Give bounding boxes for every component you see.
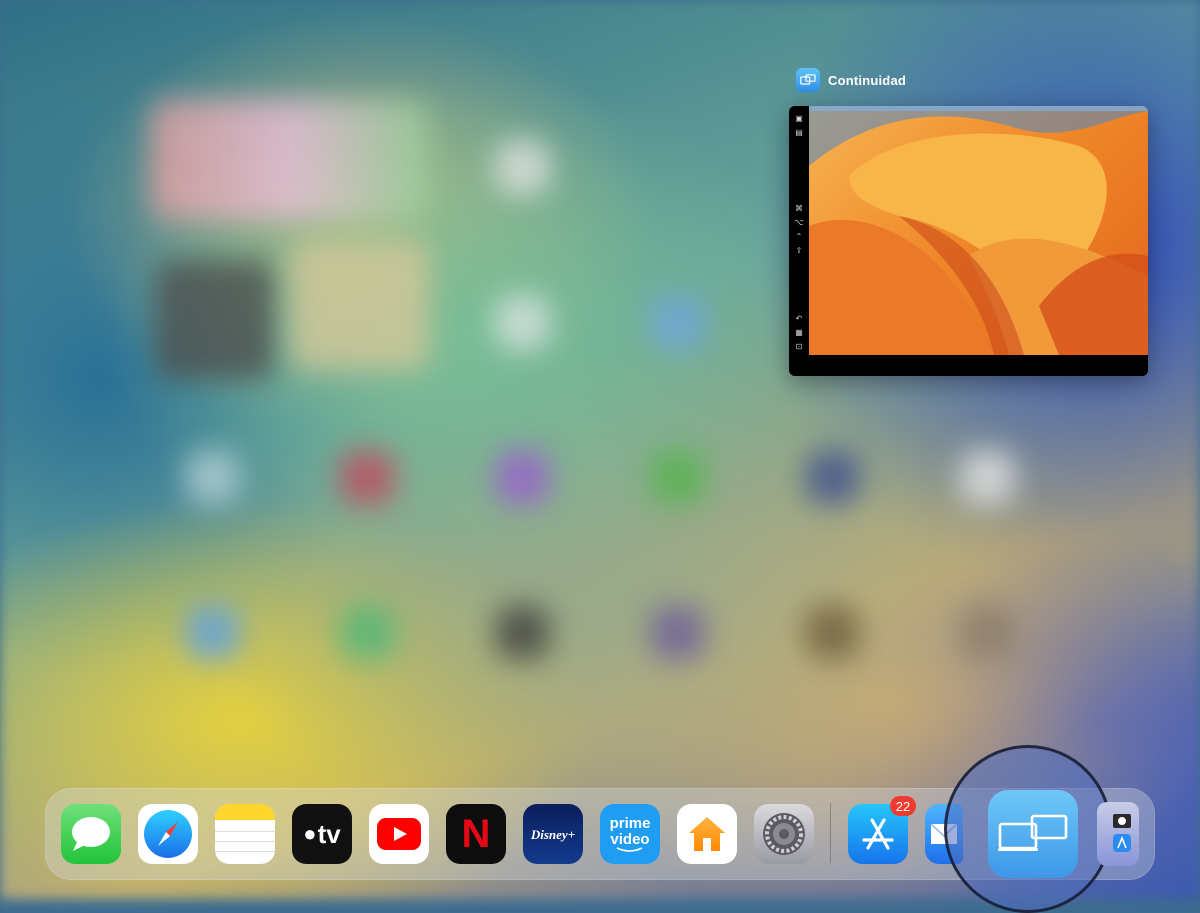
shift-key-icon[interactable]: ⇧: [793, 246, 805, 256]
keyboard-icon[interactable]: ▦: [793, 328, 805, 338]
folder-icon: [1113, 814, 1131, 852]
blurred-app-icon: [495, 450, 550, 505]
disney-plus-icon: Disney+: [530, 826, 576, 842]
dock-app-safari[interactable]: [138, 804, 198, 864]
dock-toggle-icon[interactable]: ▤: [793, 128, 805, 138]
safari-compass-icon: [144, 810, 192, 858]
disconnect-icon[interactable]: ⊡: [793, 342, 805, 352]
dock-app-notes[interactable]: [215, 804, 275, 864]
ventura-wallpaper: [809, 106, 1148, 355]
window-title: Continuidad: [828, 72, 907, 88]
dock-app-apple-tv[interactable]: ● tv: [292, 804, 352, 864]
prime-video-label-bottom: video: [610, 830, 650, 848]
blurred-app-icon: [805, 450, 860, 505]
option-key-icon[interactable]: ⌥: [793, 218, 805, 228]
blurred-app-icon: [960, 605, 1015, 660]
blurred-app-icon: [960, 450, 1015, 505]
dock-divider: [830, 803, 831, 863]
apple-tv-label: tv: [317, 819, 341, 849]
control-key-icon[interactable]: ⌃: [793, 232, 805, 242]
dock-app-prime-video[interactable]: prime video: [600, 804, 660, 864]
blurred-app-icon: [185, 605, 240, 660]
youtube-play-icon: [377, 818, 421, 850]
dock-app-netflix[interactable]: N: [446, 804, 506, 864]
dock-app-continuidad[interactable]: [988, 790, 1078, 878]
apple-logo-icon: ●: [303, 821, 317, 846]
notes-icon: [215, 804, 275, 820]
command-key-icon[interactable]: ⌘: [793, 204, 805, 214]
sidecar-sidebar: ▣ ▤ ⌘ ⌥ ⌃ ⇧ ↶ ▦ ⊡: [789, 106, 809, 376]
blurred-app-icon: [805, 605, 860, 660]
continuity-screens-icon: [998, 814, 1068, 851]
blurred-app-icon: [650, 295, 705, 350]
undo-icon[interactable]: ↶: [793, 314, 805, 324]
window-bottom-bar: [809, 355, 1148, 376]
menubar-toggle-icon[interactable]: ▣: [793, 114, 805, 124]
blurred-app-icon: [495, 605, 550, 660]
mac-desktop-screen: [809, 106, 1148, 355]
blurred-app-icon: [495, 295, 550, 350]
blurred-notes-widget: [290, 240, 430, 370]
prime-video-label-top: prime: [609, 814, 651, 832]
blurred-photos-widget: [150, 100, 430, 220]
dock-app-folder[interactable]: [1097, 802, 1139, 866]
continuity-window-header[interactable]: Continuidad: [796, 67, 906, 93]
continuity-window-thumbnail[interactable]: ▣ ▤ ⌘ ⌥ ⌃ ⇧ ↶ ▦ ⊡: [789, 106, 1148, 376]
dock-app-messages[interactable]: [61, 804, 121, 864]
blurred-app-icon: [340, 605, 395, 660]
blurred-app-icon: [340, 450, 395, 505]
netflix-icon: N: [461, 812, 491, 856]
messages-icon: [72, 817, 110, 851]
blurred-app-icon: [185, 450, 240, 505]
blurred-app-icon: [495, 140, 550, 195]
prime-video-icon: [616, 846, 643, 852]
home-icon: [689, 817, 725, 851]
blurred-app-icon: [650, 605, 705, 660]
dock-app-settings[interactable]: [754, 804, 814, 864]
notification-badge: 22: [890, 796, 916, 816]
blurred-app-icon: [650, 450, 705, 505]
gear-icon: [763, 813, 805, 855]
dock-app-disney-plus[interactable]: Disney+: [523, 804, 583, 864]
dock-app-home[interactable]: [677, 804, 737, 864]
app-store-icon: [862, 818, 894, 850]
display-mirroring-icon: [796, 68, 820, 92]
dock-app-youtube[interactable]: [369, 804, 429, 864]
blurred-calendar-widget: [155, 260, 275, 380]
